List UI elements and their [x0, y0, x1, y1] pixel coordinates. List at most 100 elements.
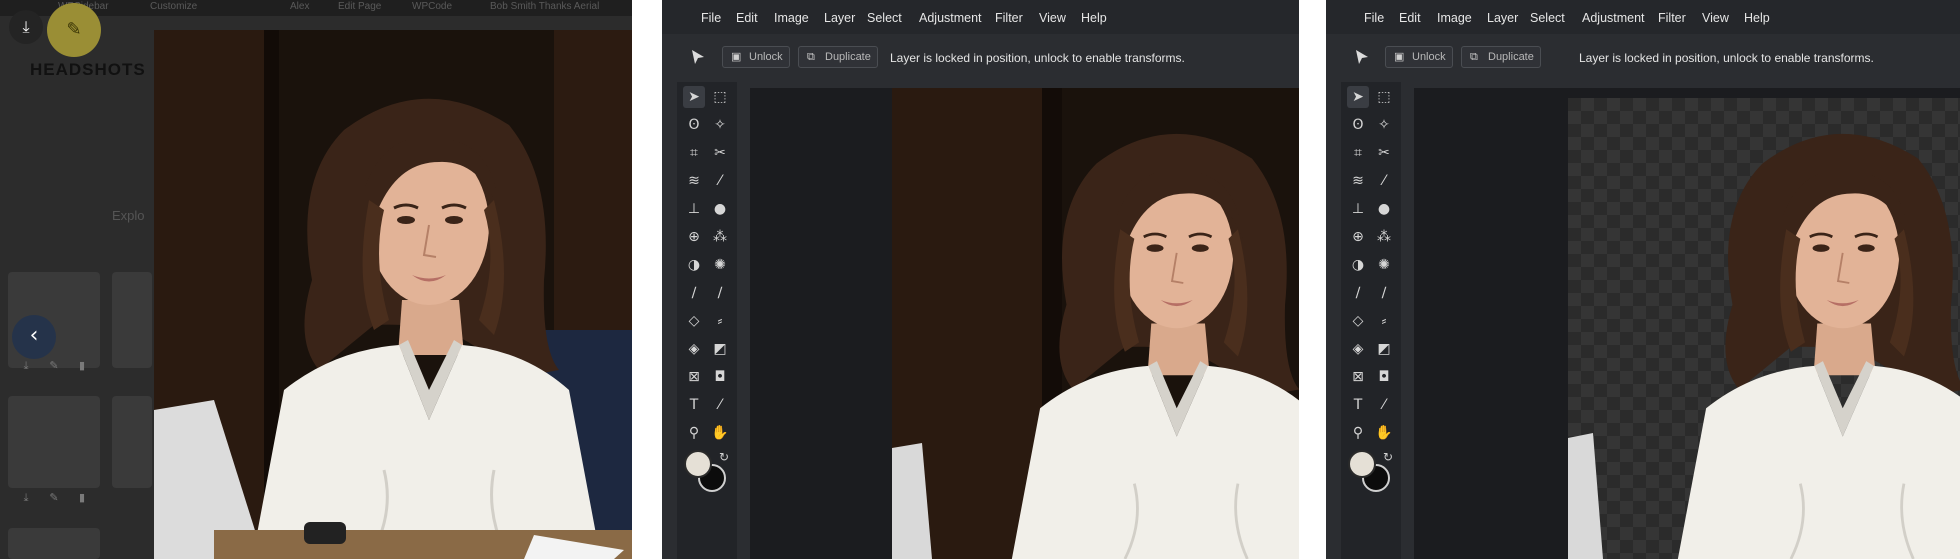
- eraser-icon[interactable]: ◇: [1347, 310, 1369, 332]
- menu-view[interactable]: View: [1702, 11, 1729, 25]
- menu-adjustment[interactable]: Adjustment: [919, 11, 982, 25]
- crop-icon[interactable]: ⌗: [1347, 142, 1369, 164]
- sun-icon[interactable]: ✺: [709, 254, 731, 276]
- hand-icon[interactable]: ✋: [709, 422, 731, 444]
- sun-icon[interactable]: ✺: [1373, 254, 1395, 276]
- lasso-icon[interactable]: ʘ: [683, 114, 705, 136]
- shape-icon[interactable]: ⊠: [1347, 366, 1369, 388]
- download-icon[interactable]: ⤓: [20, 360, 32, 372]
- shape-icon[interactable]: ⊠: [683, 366, 705, 388]
- move-tool-icon[interactable]: [1354, 49, 1370, 65]
- wave-icon[interactable]: ≋: [683, 170, 705, 192]
- menu-help[interactable]: Help: [1081, 11, 1107, 25]
- pencil-icon[interactable]: ✎: [47, 3, 101, 57]
- smudge-icon[interactable]: ⸗: [709, 310, 731, 332]
- move-icon[interactable]: ➤: [683, 86, 705, 108]
- foreground-color-swatch[interactable]: [1348, 450, 1376, 478]
- dots-icon[interactable]: ⁂: [1373, 226, 1395, 248]
- gallery-thumbnail[interactable]: [112, 272, 152, 368]
- menu-layer[interactable]: Layer: [824, 11, 855, 25]
- magic-wand-icon[interactable]: ✧: [709, 114, 731, 136]
- pencil-icon[interactable]: ✎: [48, 360, 60, 372]
- duplicate-button[interactable]: ⧉ Duplicate: [798, 46, 878, 68]
- drop-icon[interactable]: ●: [709, 198, 731, 220]
- unlock-button[interactable]: ▣ Unlock: [1385, 46, 1453, 68]
- pencil-icon[interactable]: ∕: [1347, 282, 1369, 304]
- contrast-icon[interactable]: ◑: [683, 254, 705, 276]
- text-icon[interactable]: T: [1347, 394, 1369, 416]
- bucket-icon[interactable]: ◈: [683, 338, 705, 360]
- trash-icon[interactable]: ▮: [76, 492, 88, 504]
- magic-wand-icon[interactable]: ✧: [1373, 114, 1395, 136]
- chevron-left-icon[interactable]: ‹: [12, 315, 56, 359]
- admin-bar-item[interactable]: Edit Page: [338, 1, 381, 12]
- menu-file[interactable]: File: [701, 11, 721, 25]
- globe-icon[interactable]: ⊕: [1347, 226, 1369, 248]
- gradient-icon[interactable]: ◩: [709, 338, 731, 360]
- download-icon[interactable]: ⤓: [9, 10, 43, 44]
- menu-edit[interactable]: Edit: [736, 11, 758, 25]
- gradient-icon[interactable]: ◩: [1373, 338, 1395, 360]
- transparent-layer-image[interactable]: [1568, 98, 1960, 559]
- brush-icon[interactable]: ∕: [1373, 282, 1395, 304]
- scissors-icon[interactable]: ✂: [709, 142, 731, 164]
- menu-image[interactable]: Image: [774, 11, 809, 25]
- clone-icon[interactable]: ◘: [1373, 366, 1395, 388]
- marquee-icon[interactable]: ⬚: [709, 86, 731, 108]
- contrast-icon[interactable]: ◑: [1347, 254, 1369, 276]
- clone-icon[interactable]: ◘: [709, 366, 731, 388]
- admin-bar-item[interactable]: WPCode: [412, 1, 452, 12]
- menu-view[interactable]: View: [1039, 11, 1066, 25]
- stamp-icon[interactable]: ⊥: [683, 198, 705, 220]
- menu-select[interactable]: Select: [867, 11, 902, 25]
- eyedropper-icon[interactable]: ⁄: [1373, 394, 1395, 416]
- lasso-icon[interactable]: ʘ: [1347, 114, 1369, 136]
- zoom-icon[interactable]: ⚲: [1347, 422, 1369, 444]
- trash-icon[interactable]: ▮: [76, 360, 88, 372]
- menu-help[interactable]: Help: [1744, 11, 1770, 25]
- unlock-button[interactable]: ▣ Unlock: [722, 46, 790, 68]
- globe-icon[interactable]: ⊕: [683, 226, 705, 248]
- download-icon[interactable]: ⤓: [20, 492, 32, 504]
- drop-icon[interactable]: ●: [1373, 198, 1395, 220]
- zoom-icon[interactable]: ⚲: [683, 422, 705, 444]
- pencil-icon[interactable]: ✎: [48, 492, 60, 504]
- menu-file[interactable]: File: [1364, 11, 1384, 25]
- menu-select[interactable]: Select: [1530, 11, 1565, 25]
- swap-colors-icon[interactable]: ↻: [1383, 450, 1393, 464]
- move-icon[interactable]: ➤: [1347, 86, 1369, 108]
- menu-filter[interactable]: Filter: [1658, 11, 1686, 25]
- bucket-icon[interactable]: ◈: [1347, 338, 1369, 360]
- menu-layer[interactable]: Layer: [1487, 11, 1518, 25]
- gallery-thumbnail[interactable]: [112, 396, 152, 488]
- bandage-icon[interactable]: ⁄: [1373, 170, 1395, 192]
- gallery-thumbnail[interactable]: [8, 528, 100, 559]
- wave-icon[interactable]: ≋: [1347, 170, 1369, 192]
- smudge-icon[interactable]: ⸗: [1373, 310, 1395, 332]
- marquee-icon[interactable]: ⬚: [1373, 86, 1395, 108]
- scissors-icon[interactable]: ✂: [1373, 142, 1395, 164]
- admin-bar-item[interactable]: Alex: [290, 1, 309, 12]
- dots-icon[interactable]: ⁂: [709, 226, 731, 248]
- hand-icon[interactable]: ✋: [1373, 422, 1395, 444]
- layer-image[interactable]: [892, 88, 1299, 559]
- brush-icon[interactable]: ∕: [709, 282, 731, 304]
- menu-filter[interactable]: Filter: [995, 11, 1023, 25]
- menu-edit[interactable]: Edit: [1399, 11, 1421, 25]
- crop-icon[interactable]: ⌗: [683, 142, 705, 164]
- eyedropper-icon[interactable]: ⁄: [709, 394, 731, 416]
- duplicate-button[interactable]: ⧉ Duplicate: [1461, 46, 1541, 68]
- menu-image[interactable]: Image: [1437, 11, 1472, 25]
- move-tool-icon[interactable]: [690, 49, 706, 65]
- menu-adjustment[interactable]: Adjustment: [1582, 11, 1645, 25]
- eraser-icon[interactable]: ◇: [683, 310, 705, 332]
- swap-colors-icon[interactable]: ↻: [719, 450, 729, 464]
- admin-bar-item[interactable]: Customize: [150, 1, 197, 12]
- admin-bar-item[interactable]: Bob Smith Thanks Aerial: [490, 1, 599, 12]
- gallery-thumbnail[interactable]: [8, 396, 100, 488]
- pencil-icon[interactable]: ∕: [683, 282, 705, 304]
- foreground-color-swatch[interactable]: [684, 450, 712, 478]
- stamp-icon[interactable]: ⊥: [1347, 198, 1369, 220]
- bandage-icon[interactable]: ⁄: [709, 170, 731, 192]
- text-icon[interactable]: T: [683, 394, 705, 416]
